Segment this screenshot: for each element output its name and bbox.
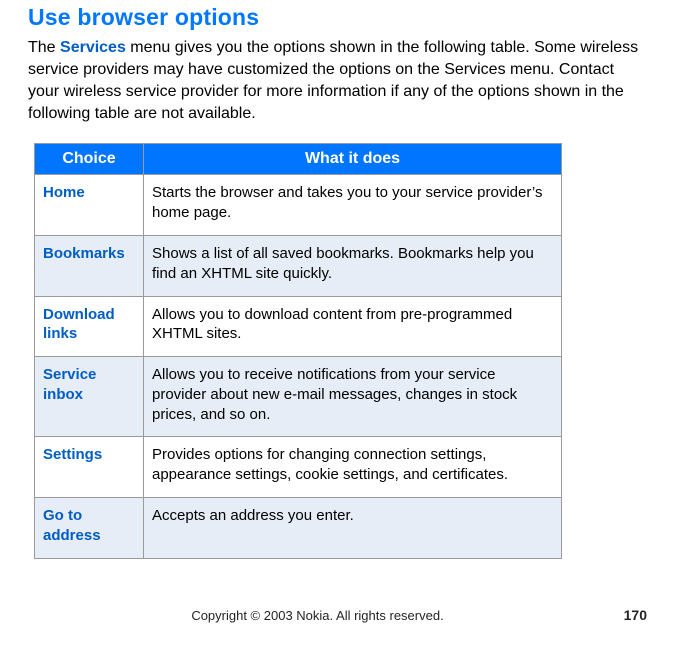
table-row: Bookmarks Shows a list of all saved book… [35, 235, 562, 296]
page-number: 170 [607, 607, 647, 623]
desc-cell: Shows a list of all saved bookmarks. Boo… [144, 235, 562, 296]
table-row: Settings Provides options for changing c… [35, 437, 562, 498]
choice-cell: Bookmarks [35, 235, 144, 296]
desc-cell: Accepts an address you enter. [144, 498, 562, 559]
desc-cell: Provides options for changing connection… [144, 437, 562, 498]
options-table: Choice What it does Home Starts the brow… [34, 143, 562, 558]
col-header-choice: Choice [35, 144, 144, 175]
table-row: Go to address Accepts an address you ent… [35, 498, 562, 559]
page-content: Use browser options The Services menu gi… [0, 4, 675, 559]
copyright-text: Copyright © 2003 Nokia. All rights reser… [28, 608, 607, 623]
choice-cell: Download links [35, 296, 144, 357]
table-header-row: Choice What it does [35, 144, 562, 175]
choice-cell: Service inbox [35, 357, 144, 437]
choice-cell: Settings [35, 437, 144, 498]
desc-cell: Allows you to download content from pre-… [144, 296, 562, 357]
col-header-desc: What it does [144, 144, 562, 175]
intro-keyword: Services [60, 39, 126, 56]
choice-cell: Go to address [35, 498, 144, 559]
table-row: Home Starts the browser and takes you to… [35, 175, 562, 236]
choice-cell: Home [35, 175, 144, 236]
table-row: Service inbox Allows you to receive noti… [35, 357, 562, 437]
intro-paragraph: The Services menu gives you the options … [28, 37, 647, 125]
intro-pre: The [28, 39, 60, 56]
section-title: Use browser options [28, 4, 647, 31]
desc-cell: Allows you to receive notifications from… [144, 357, 562, 437]
desc-cell: Starts the browser and takes you to your… [144, 175, 562, 236]
table-row: Download links Allows you to download co… [35, 296, 562, 357]
page-footer: Copyright © 2003 Nokia. All rights reser… [0, 607, 675, 641]
